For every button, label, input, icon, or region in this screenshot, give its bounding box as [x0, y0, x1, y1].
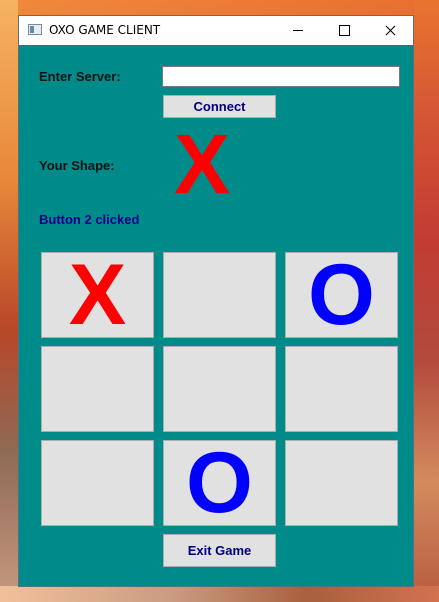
board-cell-7[interactable] [41, 440, 154, 526]
maximize-button[interactable] [321, 16, 367, 45]
board-cell-8[interactable]: O [163, 440, 276, 526]
your-shape-mark: X [173, 117, 231, 211]
desktop-wallpaper-bottom [0, 586, 439, 602]
server-input[interactable] [162, 66, 400, 87]
app-window-icon [28, 24, 42, 35]
desktop-wallpaper-right [414, 0, 439, 602]
title-bar[interactable]: OXO GAME CLIENT [19, 16, 413, 45]
desktop-wallpaper-left [0, 0, 18, 602]
server-label: Enter Server: [39, 69, 121, 84]
board-cell-4[interactable] [41, 346, 154, 432]
minimize-button[interactable] [275, 16, 321, 45]
board-cell-6[interactable] [285, 346, 398, 432]
board-cell-1[interactable]: X [41, 252, 154, 338]
connect-button[interactable]: Connect [163, 95, 276, 118]
status-text: Button 2 clicked [39, 212, 140, 227]
game-client-window: OXO GAME CLIENT Enter Server: Connect Yo… [18, 15, 414, 587]
board-cell-9[interactable] [285, 440, 398, 526]
board-cell-3[interactable]: O [285, 252, 398, 338]
board-cell-5[interactable] [163, 346, 276, 432]
close-button[interactable] [367, 16, 413, 45]
exit-game-button[interactable]: Exit Game [163, 534, 276, 567]
window-title: OXO GAME CLIENT [49, 23, 161, 37]
client-area: Enter Server: Connect Your Shape: X Butt… [19, 45, 413, 586]
board-cell-2[interactable] [163, 252, 276, 338]
shape-label: Your Shape: [39, 158, 115, 173]
